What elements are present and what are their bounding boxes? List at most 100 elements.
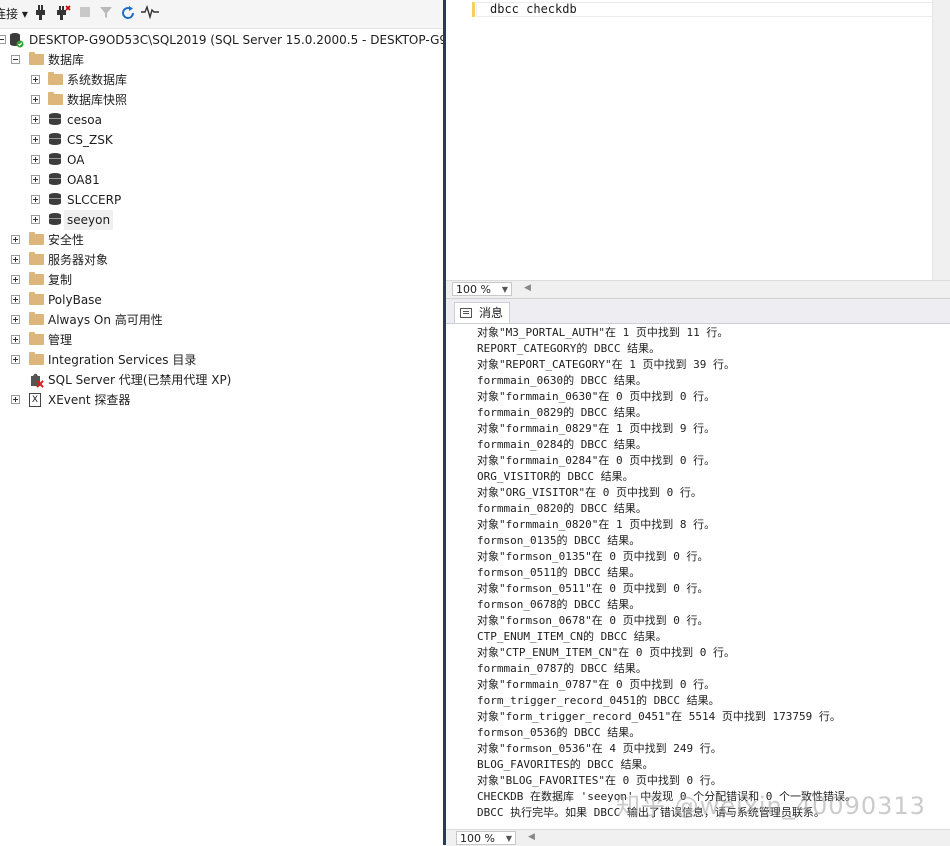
database-icon bbox=[49, 213, 61, 227]
expand-toggle[interactable] bbox=[31, 175, 40, 184]
connect-plug-icon[interactable] bbox=[31, 5, 49, 23]
editor-status-bar: 100 % ▼ ◀ bbox=[446, 280, 950, 298]
tree-item-label: 管理 bbox=[48, 333, 73, 347]
tree-folder-security[interactable]: 安全性 bbox=[0, 230, 443, 250]
query-window: dbcc checkdb 100 % ▼ ◀ 消息 对象"M3_PORTAL_A… bbox=[446, 0, 950, 846]
object-explorer-toolbar: 连接 ▾ bbox=[0, 0, 443, 29]
folder-icon bbox=[48, 72, 63, 85]
message-line: formmain_0284的 DBCC 结果。 bbox=[477, 438, 647, 451]
message-line: formson_0511的 DBCC 结果。 bbox=[477, 566, 641, 579]
tree-item-label: SQL Server 代理(已禁用代理 XP) bbox=[48, 373, 232, 387]
tree-item-label: PolyBase bbox=[48, 293, 102, 307]
tree-databases-folder[interactable]: 数据库 bbox=[0, 50, 443, 70]
message-line: formson_0536的 DBCC 结果。 bbox=[477, 726, 641, 739]
expand-toggle[interactable] bbox=[11, 315, 20, 324]
xevent-icon: X bbox=[29, 393, 41, 407]
stop-icon[interactable] bbox=[76, 5, 94, 23]
object-explorer: 连接 ▾ DESKTOP-G9OD53C\SQL2019 (SQL Server… bbox=[0, 0, 443, 845]
folder-icon bbox=[29, 272, 44, 285]
tree-item-db-oa[interactable]: OA bbox=[0, 150, 443, 170]
query-text[interactable]: dbcc checkdb bbox=[490, 1, 577, 17]
watermark: 知乎 @weixin_40090313 bbox=[616, 792, 926, 820]
disconnect-plug-icon[interactable] bbox=[54, 5, 72, 23]
expand-toggle[interactable] bbox=[31, 215, 40, 224]
expand-toggle[interactable] bbox=[11, 395, 20, 404]
expand-toggle[interactable] bbox=[31, 195, 40, 204]
message-line: formmain_0787的 DBCC 结果。 bbox=[477, 662, 647, 675]
tree-item-label: 服务器对象 bbox=[48, 253, 109, 267]
agent-disabled-icon bbox=[29, 373, 44, 388]
message-line: 对象"form_trigger_record_0451"在 5514 页中找到 … bbox=[477, 710, 841, 723]
tree-item-db-seeyon[interactable]: seeyon bbox=[0, 210, 443, 230]
collapse-toggle[interactable] bbox=[0, 35, 6, 44]
tree-folder-integration-services[interactable]: Integration Services 目录 bbox=[0, 350, 443, 370]
message-line: 对象"ORG_VISITOR"在 0 页中找到 0 行。 bbox=[477, 486, 702, 499]
expand-toggle[interactable] bbox=[31, 115, 40, 124]
database-icon bbox=[49, 133, 61, 147]
query-editor[interactable]: dbcc checkdb bbox=[446, 0, 950, 280]
expand-toggle[interactable] bbox=[11, 275, 20, 284]
expand-toggle[interactable] bbox=[31, 95, 40, 104]
tree-item-db-cs-zsk[interactable]: CS_ZSK bbox=[0, 130, 443, 150]
scroll-left-icon[interactable]: ◀ bbox=[528, 832, 535, 842]
folder-icon bbox=[48, 92, 63, 105]
message-line: formmain_0829的 DBCC 结果。 bbox=[477, 406, 647, 419]
collapse-toggle[interactable] bbox=[11, 55, 20, 64]
message-line: 对象"formmain_0787"在 0 页中找到 0 行。 bbox=[477, 678, 716, 691]
message-line: ORG_VISITOR的 DBCC 结果。 bbox=[477, 470, 634, 483]
scroll-left-icon[interactable]: ◀ bbox=[524, 283, 531, 293]
results-zoom-select[interactable]: 100 % ▼ bbox=[456, 831, 516, 845]
filter-icon[interactable] bbox=[97, 5, 115, 23]
results-pane: 消息 对象"M3_PORTAL_AUTH"在 1 页中找到 11 行。 REPOR… bbox=[446, 298, 950, 830]
editor-gutter bbox=[446, 0, 468, 280]
zoom-value: 100 % bbox=[456, 283, 491, 296]
message-line: 对象"formmain_0630"在 0 页中找到 0 行。 bbox=[477, 390, 716, 403]
message-line: 对象"REPORT_CATEGORY"在 1 页中找到 39 行。 bbox=[477, 358, 735, 371]
folder-icon bbox=[29, 312, 44, 325]
tree-item-label: XEvent 探查器 bbox=[48, 393, 131, 407]
activity-monitor-icon[interactable] bbox=[141, 4, 159, 23]
tree-server-node[interactable]: DESKTOP-G9OD53C\SQL2019 (SQL Server 15.0… bbox=[0, 30, 443, 50]
message-line: formson_0135的 DBCC 结果。 bbox=[477, 534, 641, 547]
expand-toggle[interactable] bbox=[31, 155, 40, 164]
tree-folder-always-on[interactable]: Always On 高可用性 bbox=[0, 310, 443, 330]
message-line: 对象"formson_0536"在 4 页中找到 249 行。 bbox=[477, 742, 722, 755]
tree-folder-server-objects[interactable]: 服务器对象 bbox=[0, 250, 443, 270]
message-line: 对象"formson_0511"在 0 页中找到 0 行。 bbox=[477, 582, 709, 595]
messages-icon bbox=[460, 308, 472, 318]
tree-folder-polybase[interactable]: PolyBase bbox=[0, 290, 443, 310]
connect-button[interactable]: 连接 ▾ bbox=[0, 5, 28, 23]
message-line: BLOG_FAVORITES的 DBCC 结果。 bbox=[477, 758, 654, 771]
tree-item-label: 数据库快照 bbox=[67, 93, 128, 107]
tree-item-system-databases[interactable]: 系统数据库 bbox=[0, 70, 443, 90]
expand-toggle[interactable] bbox=[31, 135, 40, 144]
messages-output: 对象"M3_PORTAL_AUTH"在 1 页中找到 11 行。 REPORT_C… bbox=[477, 325, 947, 821]
expand-toggle[interactable] bbox=[11, 255, 20, 264]
folder-icon bbox=[29, 332, 44, 345]
tree-folder-replication[interactable]: 复制 bbox=[0, 270, 443, 290]
editor-zoom-select[interactable]: 100 % ▼ bbox=[452, 282, 512, 296]
chevron-down-icon: ▼ bbox=[505, 834, 512, 843]
databases-label: 数据库 bbox=[48, 53, 85, 67]
expand-toggle[interactable] bbox=[11, 235, 20, 244]
tab-messages[interactable]: 消息 bbox=[454, 302, 511, 323]
message-line: CTP_ENUM_ITEM_CN的 DBCC 结果。 bbox=[477, 630, 667, 643]
results-tabstrip: 消息 bbox=[446, 299, 950, 324]
refresh-icon[interactable] bbox=[119, 5, 137, 23]
expand-toggle[interactable] bbox=[11, 335, 20, 344]
editor-vertical-scrollbar[interactable] bbox=[932, 0, 950, 280]
expand-toggle[interactable] bbox=[11, 355, 20, 364]
expand-toggle[interactable] bbox=[11, 295, 20, 304]
tree-item-db-oa81[interactable]: OA81 bbox=[0, 170, 443, 190]
tree-item-db-slccerp[interactable]: SLCCERP bbox=[0, 190, 443, 210]
tree-item-database-snapshots[interactable]: 数据库快照 bbox=[0, 90, 443, 110]
expand-toggle[interactable] bbox=[31, 75, 40, 84]
message-line: 对象"formmain_0820"在 1 页中找到 8 行。 bbox=[477, 518, 716, 531]
message-line: formmain_0630的 DBCC 结果。 bbox=[477, 374, 647, 387]
zoom-value: 100 % bbox=[460, 832, 495, 845]
tree-item-db-cesoa[interactable]: cesoa bbox=[0, 110, 443, 130]
tree-folder-management[interactable]: 管理 bbox=[0, 330, 443, 350]
tree-item-xevent[interactable]: X XEvent 探查器 bbox=[0, 390, 443, 410]
database-icon bbox=[49, 193, 61, 207]
tree-item-sql-agent[interactable]: SQL Server 代理(已禁用代理 XP) bbox=[0, 370, 443, 390]
